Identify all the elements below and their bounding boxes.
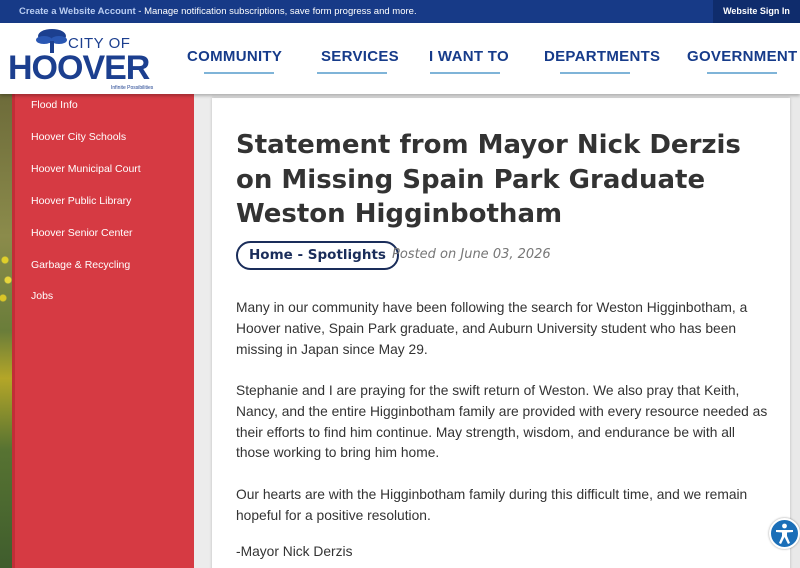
background-gap: [194, 94, 212, 568]
nav-government-label: GOVERNMENT: [687, 48, 798, 65]
nav-government[interactable]: GOVERNMENT: [687, 48, 798, 74]
website-sign-in-button[interactable]: Website Sign In: [713, 0, 800, 23]
create-account-description: - Manage notification subscriptions, sav…: [135, 6, 417, 17]
nav-services-underline: [317, 72, 387, 74]
background-photo-strip: [0, 94, 12, 568]
sidebar-item-hoover-municipal-court[interactable]: Hoover Municipal Court: [31, 163, 141, 175]
city-logo[interactable]: CITY OF HOOVER Infinite Possibilities: [8, 27, 160, 91]
article-title: Statement from Mayor Nick Derzis on Miss…: [236, 130, 741, 229]
create-account-message: Create a Website Account - Manage notifi…: [19, 6, 417, 17]
nav-community-label: COMMUNITY: [187, 48, 283, 65]
nav-i-want-to-underline: [430, 72, 500, 74]
nav-i-want-to[interactable]: I WANT TO: [429, 48, 509, 74]
article-paragraph-1: Many in our community have been followin…: [236, 300, 748, 357]
nav-community[interactable]: COMMUNITY: [187, 48, 283, 74]
sidebar-item-jobs[interactable]: Jobs: [31, 290, 53, 302]
sidebar-item-hoover-senior-center[interactable]: Hoover Senior Center: [31, 227, 133, 239]
create-account-link[interactable]: Create a Website Account: [19, 6, 136, 17]
sidebar-item-hoover-public-library[interactable]: Hoover Public Library: [31, 195, 131, 207]
utility-bar: Create a Website Account - Manage notifi…: [0, 0, 800, 23]
background-flowers: [0, 250, 12, 310]
nav-services[interactable]: SERVICES: [317, 48, 399, 74]
nav-departments-label: DEPARTMENTS: [544, 48, 661, 65]
article-panel: Statement from Mayor Nick Derzis on Miss…: [212, 98, 790, 568]
accessibility-button[interactable]: [769, 518, 800, 549]
sidebar-menu: Flood Info Hoover City Schools Hoover Mu…: [12, 94, 194, 568]
posted-date: Posted on June 03, 2026: [392, 247, 551, 262]
category-badge[interactable]: Home - Spotlights: [236, 241, 399, 270]
article-signature: -Mayor Nick Derzis: [236, 544, 353, 559]
accessibility-icon: [776, 523, 793, 544]
nav-i-want-to-label: I WANT TO: [429, 48, 509, 65]
logo-tagline: Infinite Possibilities: [111, 85, 154, 91]
nav-government-underline: [707, 72, 777, 74]
nav-departments-underline: [560, 72, 630, 74]
sidebar-item-garbage-recycling[interactable]: Garbage & Recycling: [31, 259, 130, 271]
logo-hoover: HOOVER: [8, 49, 150, 87]
article-paragraph-3: Our hearts are with the Higginbotham fam…: [236, 487, 748, 523]
nav-departments[interactable]: DEPARTMENTS: [544, 48, 661, 74]
site-header: CITY OF HOOVER Infinite Possibilities CO…: [0, 23, 800, 94]
nav-community-underline: [204, 72, 274, 74]
article-paragraph-2: Stephanie and I are praying for the swif…: [236, 383, 768, 461]
nav-services-label: SERVICES: [321, 48, 399, 65]
sidebar-item-flood-info[interactable]: Flood Info: [31, 99, 78, 111]
sidebar-item-hoover-city-schools[interactable]: Hoover City Schools: [31, 131, 126, 143]
